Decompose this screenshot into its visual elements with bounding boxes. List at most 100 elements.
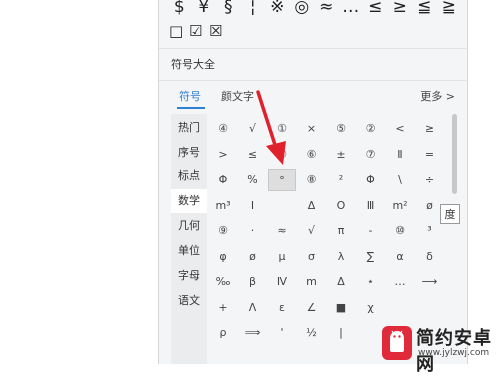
symbol-cell[interactable]: Φ bbox=[209, 169, 237, 191]
symbol-cell[interactable] bbox=[386, 297, 414, 319]
symbol-cell[interactable]: ■ bbox=[327, 297, 355, 319]
symbol-cell[interactable]: ρ bbox=[209, 322, 237, 344]
category-ordinal[interactable]: 序号 bbox=[171, 143, 207, 163]
symbol-cell[interactable]: · bbox=[239, 220, 267, 242]
symbol-cell[interactable]: α bbox=[386, 246, 414, 268]
symbol-cell[interactable]: √ bbox=[239, 118, 267, 140]
checkbox-symbol[interactable]: ☑ bbox=[189, 24, 203, 39]
tab-kaomoji[interactable]: 颜文字 bbox=[221, 88, 254, 104]
symbol-cell[interactable]: ⋆ bbox=[357, 271, 385, 293]
symbol-cell[interactable]: χ bbox=[357, 297, 385, 319]
symbol-cell[interactable]: ∠ bbox=[298, 297, 326, 319]
recent-symbol[interactable]: ≦ bbox=[412, 0, 437, 18]
symbol-cell[interactable]: ÷ bbox=[416, 169, 444, 191]
left-blank-area bbox=[0, 0, 158, 364]
symbol-cell[interactable]: … bbox=[386, 271, 414, 293]
symbol-cell[interactable]: π bbox=[327, 220, 355, 242]
symbol-cell[interactable]: ½ bbox=[298, 322, 326, 344]
symbol-cell[interactable]: = bbox=[416, 144, 444, 166]
category-letters[interactable]: 字母 bbox=[171, 266, 207, 286]
symbol-cell[interactable]: Ⅳ bbox=[268, 271, 296, 293]
recent-symbol[interactable]: ≤ bbox=[363, 0, 388, 18]
symbol-cell[interactable]: % bbox=[239, 169, 267, 191]
symbol-cell[interactable]: Λ bbox=[239, 297, 267, 319]
symbol-cell[interactable]: ⑨ bbox=[209, 220, 237, 242]
section-title: 符号大全 bbox=[171, 58, 215, 71]
category-hot[interactable]: 热门 bbox=[171, 118, 207, 138]
recent-symbol[interactable]: ≈ bbox=[314, 0, 339, 18]
symbol-cell[interactable]: Δ bbox=[298, 195, 326, 217]
symbol-cell[interactable]: ① bbox=[268, 118, 296, 140]
symbol-cell[interactable]: δ bbox=[416, 246, 444, 268]
symbol-cell[interactable]: ⑤ bbox=[327, 118, 355, 140]
symbol-cell[interactable]: Ⅲ bbox=[357, 195, 385, 217]
category-geometry[interactable]: 几何 bbox=[171, 216, 207, 236]
symbol-cell[interactable]: ≥ bbox=[416, 118, 444, 140]
symbol-cell[interactable]: ③ bbox=[268, 144, 296, 166]
more-link[interactable]: 更多 > bbox=[420, 88, 455, 104]
symbol-cell[interactable]: m² bbox=[386, 195, 414, 217]
scrollbar-thumb[interactable] bbox=[452, 114, 457, 194]
recent-symbol[interactable]: $ bbox=[167, 0, 192, 18]
symbol-cell[interactable]: μ bbox=[268, 246, 296, 268]
category-punctuation[interactable]: 标点 bbox=[171, 166, 207, 186]
symbol-cell[interactable]: √ bbox=[298, 220, 326, 242]
symbol-cell[interactable]: ⟶ bbox=[416, 271, 444, 293]
category-chinese[interactable]: 语文 bbox=[171, 291, 207, 311]
symbol-cell[interactable]: - bbox=[357, 220, 385, 242]
recent-symbol[interactable]: … bbox=[339, 0, 364, 18]
checkbox-symbol[interactable]: □ bbox=[169, 24, 183, 39]
symbol-cell[interactable]: ④ bbox=[209, 118, 237, 140]
tooltip: 度 bbox=[440, 204, 460, 224]
watermark: 简约安卓网 www.jylzwj.com bbox=[382, 324, 500, 375]
symbol-cell[interactable]: Ⅰ bbox=[239, 195, 267, 217]
symbol-cell[interactable]: σ bbox=[298, 246, 326, 268]
symbol-cell[interactable]: > bbox=[209, 144, 237, 166]
symbol-cell[interactable]: m bbox=[298, 271, 326, 293]
symbol-cell[interactable]: λ bbox=[327, 246, 355, 268]
recent-symbol[interactable]: ¥ bbox=[192, 0, 217, 18]
category-units[interactable]: 单位 bbox=[171, 241, 207, 261]
symbol-cell[interactable]: ⑩ bbox=[386, 220, 414, 242]
symbol-cell[interactable]: O bbox=[327, 195, 355, 217]
recent-symbol[interactable]: ¦ bbox=[241, 0, 266, 18]
symbol-cell[interactable]: φ bbox=[209, 246, 237, 268]
symbol-cell[interactable]: β bbox=[239, 271, 267, 293]
symbol-cell[interactable]: ② bbox=[357, 118, 385, 140]
symbol-cell[interactable]: × bbox=[298, 118, 326, 140]
symbol-cell[interactable]: ø bbox=[239, 246, 267, 268]
symbol-cell[interactable]: \ bbox=[386, 169, 414, 191]
symbol-cell[interactable]: ² bbox=[327, 169, 355, 191]
symbol-cell[interactable]: ∑ bbox=[357, 246, 385, 268]
tab-symbols[interactable]: 符号 bbox=[179, 88, 201, 104]
category-math[interactable]: 数学 bbox=[171, 189, 207, 213]
symbol-cell[interactable] bbox=[268, 195, 296, 217]
symbol-cell[interactable]: ≈ bbox=[268, 220, 296, 242]
symbol-cell[interactable]: | bbox=[327, 322, 355, 344]
symbol-cell[interactable]: ' bbox=[268, 322, 296, 344]
symbol-cell[interactable]: Δ bbox=[327, 271, 355, 293]
symbol-cell[interactable] bbox=[357, 322, 385, 344]
symbol-cell[interactable]: Ⅱ bbox=[386, 144, 414, 166]
symbol-cell[interactable]: < bbox=[386, 118, 414, 140]
symbol-cell[interactable]: ‰ bbox=[209, 271, 237, 293]
divider bbox=[159, 80, 469, 81]
recent-symbol[interactable]: § bbox=[216, 0, 241, 18]
symbol-cell[interactable]: ± bbox=[327, 144, 355, 166]
symbol-cell[interactable]: ⟹ bbox=[239, 322, 267, 344]
symbol-cell[interactable]: ⑥ bbox=[298, 144, 326, 166]
symbol-cell[interactable]: Φ bbox=[357, 169, 385, 191]
symbol-cell[interactable]: + bbox=[209, 297, 237, 319]
symbol-cell[interactable]: ⑦ bbox=[357, 144, 385, 166]
symbol-cell[interactable]: ≤ bbox=[239, 144, 267, 166]
checkbox-symbol[interactable]: ☒ bbox=[209, 24, 223, 39]
recent-symbol[interactable]: ◎ bbox=[290, 0, 315, 18]
recent-symbol[interactable]: ※ bbox=[265, 0, 290, 18]
symbol-cell[interactable]: ε bbox=[268, 297, 296, 319]
recent-symbol[interactable]: ≧ bbox=[437, 0, 462, 18]
symbol-cell[interactable]: ° bbox=[268, 169, 296, 191]
symbol-cell[interactable]: ⑧ bbox=[298, 169, 326, 191]
symbol-cell[interactable] bbox=[416, 297, 444, 319]
recent-symbol[interactable]: ≥ bbox=[388, 0, 413, 18]
symbol-cell[interactable]: m³ bbox=[209, 195, 237, 217]
